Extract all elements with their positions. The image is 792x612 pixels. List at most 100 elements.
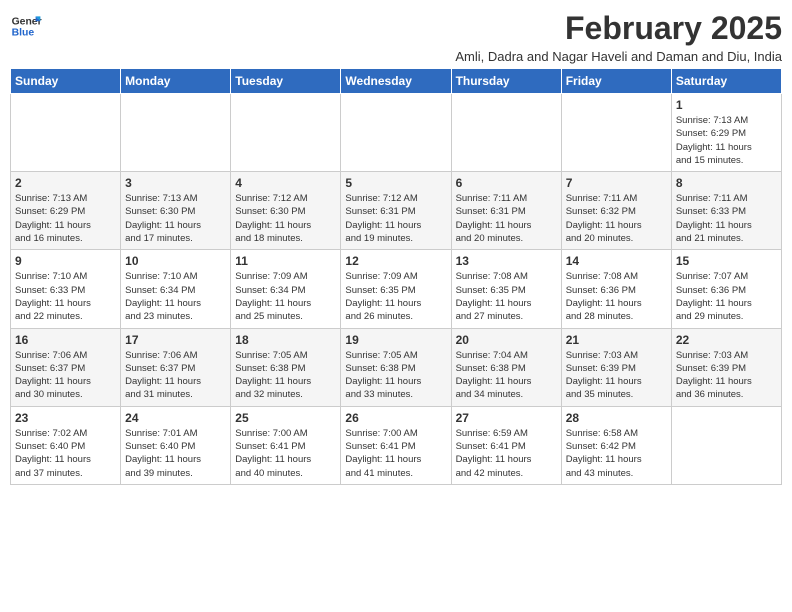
calendar-cell: 28 Sunrise: 6:58 AM Sunset: 6:42 PM Dayli… — [561, 406, 671, 484]
day-info: Sunrise: 7:05 AM Sunset: 6:38 PM Dayligh… — [235, 349, 336, 402]
col-header-sunday: Sunday — [11, 69, 121, 94]
day-number: 15 — [676, 254, 777, 268]
logo-icon: General Blue — [10, 10, 42, 42]
day-info: Sunrise: 7:03 AM Sunset: 6:39 PM Dayligh… — [676, 349, 777, 402]
day-info: Sunrise: 7:07 AM Sunset: 6:36 PM Dayligh… — [676, 270, 777, 323]
calendar-cell: 18Sunrise: 7:05 AM Sunset: 6:38 PM Dayli… — [231, 328, 341, 406]
day-info: Sunrise: 6:59 AM Sunset: 6:41 PM Dayligh… — [456, 427, 557, 480]
day-number: 23 — [15, 411, 116, 425]
day-info: Sunrise: 7:12 AM Sunset: 6:31 PM Dayligh… — [345, 192, 446, 245]
calendar-cell: 17 Sunrise: 7:06 AM Sunset: 6:37 PM Dayli… — [121, 328, 231, 406]
day-info: Sunrise: 7:08 AM Sunset: 6:35 PM Dayligh… — [456, 270, 557, 323]
day-info: Sunrise: 7:00 AM Sunset: 6:41 PM Dayligh… — [235, 427, 336, 480]
calendar-cell: 26 Sunrise: 7:00 AM Sunset: 6:41 PM Dayli… — [341, 406, 451, 484]
calendar-cell: 12 Sunrise: 7:09 AM Sunset: 6:35 PM Dayli… — [341, 250, 451, 328]
day-info: Sunrise: 7:00 AM Sunset: 6:41 PM Dayligh… — [345, 427, 446, 480]
col-header-tuesday: Tuesday — [231, 69, 341, 94]
day-number: 28 — [566, 411, 667, 425]
day-number: 1 — [676, 98, 777, 112]
calendar-cell: 21 Sunrise: 7:03 AM Sunset: 6:39 PM Dayli… — [561, 328, 671, 406]
col-header-saturday: Saturday — [671, 69, 781, 94]
day-number: 20 — [456, 333, 557, 347]
day-number: 8 — [676, 176, 777, 190]
col-header-wednesday: Wednesday — [341, 69, 451, 94]
calendar-cell: 10 Sunrise: 7:10 AM Sunset: 6:34 PM Dayli… — [121, 250, 231, 328]
day-number: 22 — [676, 333, 777, 347]
day-number: 19 — [345, 333, 446, 347]
day-number: 3 — [125, 176, 226, 190]
day-info: Sunrise: 7:08 AM Sunset: 6:36 PM Dayligh… — [566, 270, 667, 323]
calendar-cell: 22 Sunrise: 7:03 AM Sunset: 6:39 PM Dayli… — [671, 328, 781, 406]
calendar-cell: 15 Sunrise: 7:07 AM Sunset: 6:36 PM Dayli… — [671, 250, 781, 328]
logo: General Blue — [10, 10, 42, 42]
calendar-cell — [11, 94, 121, 172]
calendar-cell: 4 Sunrise: 7:12 AM Sunset: 6:30 PM Daylig… — [231, 172, 341, 250]
month-year: February 2025 — [455, 10, 782, 47]
day-number: 27 — [456, 411, 557, 425]
day-info: Sunrise: 7:13 AM Sunset: 6:30 PM Dayligh… — [125, 192, 226, 245]
day-info: Sunrise: 7:06 AM Sunset: 6:37 PM Dayligh… — [125, 349, 226, 402]
calendar-week-2: 9 Sunrise: 7:10 AM Sunset: 6:33 PM Daylig… — [11, 250, 782, 328]
day-info: Sunrise: 6:58 AM Sunset: 6:42 PM Dayligh… — [566, 427, 667, 480]
day-info: Sunrise: 7:02 AM Sunset: 6:40 PM Dayligh… — [15, 427, 116, 480]
day-info: Sunrise: 7:05 AM Sunset: 6:38 PM Dayligh… — [345, 349, 446, 402]
calendar-cell: 5 Sunrise: 7:12 AM Sunset: 6:31 PM Daylig… — [341, 172, 451, 250]
calendar-cell: 1 Sunrise: 7:13 AM Sunset: 6:29 PM Daylig… — [671, 94, 781, 172]
day-number: 11 — [235, 254, 336, 268]
calendar-cell: 8Sunrise: 7:11 AM Sunset: 6:33 PM Daylig… — [671, 172, 781, 250]
calendar-cell: 13Sunrise: 7:08 AM Sunset: 6:35 PM Dayli… — [451, 250, 561, 328]
day-number: 2 — [15, 176, 116, 190]
day-number: 5 — [345, 176, 446, 190]
day-number: 21 — [566, 333, 667, 347]
calendar-cell: 25 Sunrise: 7:00 AM Sunset: 6:41 PM Dayli… — [231, 406, 341, 484]
calendar-week-4: 23 Sunrise: 7:02 AM Sunset: 6:40 PM Dayli… — [11, 406, 782, 484]
day-info: Sunrise: 7:09 AM Sunset: 6:34 PM Dayligh… — [235, 270, 336, 323]
calendar-cell — [671, 406, 781, 484]
calendar-cell — [451, 94, 561, 172]
calendar-header-row: SundayMondayTuesdayWednesdayThursdayFrid… — [11, 69, 782, 94]
calendar-cell: 20 Sunrise: 7:04 AM Sunset: 6:38 PM Dayli… — [451, 328, 561, 406]
calendar-cell — [231, 94, 341, 172]
day-info: Sunrise: 7:03 AM Sunset: 6:39 PM Dayligh… — [566, 349, 667, 402]
day-info: Sunrise: 7:01 AM Sunset: 6:40 PM Dayligh… — [125, 427, 226, 480]
day-number: 26 — [345, 411, 446, 425]
day-number: 25 — [235, 411, 336, 425]
day-info: Sunrise: 7:06 AM Sunset: 6:37 PM Dayligh… — [15, 349, 116, 402]
calendar-cell: 11 Sunrise: 7:09 AM Sunset: 6:34 PM Dayli… — [231, 250, 341, 328]
day-number: 10 — [125, 254, 226, 268]
day-info: Sunrise: 7:11 AM Sunset: 6:31 PM Dayligh… — [456, 192, 557, 245]
calendar-cell — [341, 94, 451, 172]
calendar-cell: 24Sunrise: 7:01 AM Sunset: 6:40 PM Dayli… — [121, 406, 231, 484]
calendar-cell: 3 Sunrise: 7:13 AM Sunset: 6:30 PM Daylig… — [121, 172, 231, 250]
day-info: Sunrise: 7:13 AM Sunset: 6:29 PM Dayligh… — [15, 192, 116, 245]
day-info: Sunrise: 7:10 AM Sunset: 6:33 PM Dayligh… — [15, 270, 116, 323]
subtitle: Amli, Dadra and Nagar Haveli and Daman a… — [455, 49, 782, 64]
calendar-cell: 14 Sunrise: 7:08 AM Sunset: 6:36 PM Dayli… — [561, 250, 671, 328]
day-number: 6 — [456, 176, 557, 190]
calendar-cell: 9 Sunrise: 7:10 AM Sunset: 6:33 PM Daylig… — [11, 250, 121, 328]
col-header-monday: Monday — [121, 69, 231, 94]
svg-text:Blue: Blue — [12, 28, 35, 39]
day-number: 4 — [235, 176, 336, 190]
calendar-cell — [561, 94, 671, 172]
day-info: Sunrise: 7:11 AM Sunset: 6:32 PM Dayligh… — [566, 192, 667, 245]
day-info: Sunrise: 7:04 AM Sunset: 6:38 PM Dayligh… — [456, 349, 557, 402]
title-block: February 2025 Amli, Dadra and Nagar Have… — [455, 10, 782, 64]
day-info: Sunrise: 7:10 AM Sunset: 6:34 PM Dayligh… — [125, 270, 226, 323]
day-info: Sunrise: 7:09 AM Sunset: 6:35 PM Dayligh… — [345, 270, 446, 323]
page-header: General Blue February 2025 Amli, Dadra a… — [10, 10, 782, 64]
day-info: Sunrise: 7:13 AM Sunset: 6:29 PM Dayligh… — [676, 114, 777, 167]
day-info: Sunrise: 7:12 AM Sunset: 6:30 PM Dayligh… — [235, 192, 336, 245]
calendar-table: SundayMondayTuesdayWednesdayThursdayFrid… — [10, 68, 782, 485]
day-number: 17 — [125, 333, 226, 347]
day-number: 9 — [15, 254, 116, 268]
day-number: 7 — [566, 176, 667, 190]
calendar-cell: 27 Sunrise: 6:59 AM Sunset: 6:41 PM Dayli… — [451, 406, 561, 484]
calendar-cell: 2 Sunrise: 7:13 AM Sunset: 6:29 PM Daylig… — [11, 172, 121, 250]
calendar-cell — [121, 94, 231, 172]
day-number: 14 — [566, 254, 667, 268]
day-number: 12 — [345, 254, 446, 268]
calendar-week-0: 1 Sunrise: 7:13 AM Sunset: 6:29 PM Daylig… — [11, 94, 782, 172]
calendar-cell: 19 Sunrise: 7:05 AM Sunset: 6:38 PM Dayli… — [341, 328, 451, 406]
calendar-week-1: 2 Sunrise: 7:13 AM Sunset: 6:29 PM Daylig… — [11, 172, 782, 250]
